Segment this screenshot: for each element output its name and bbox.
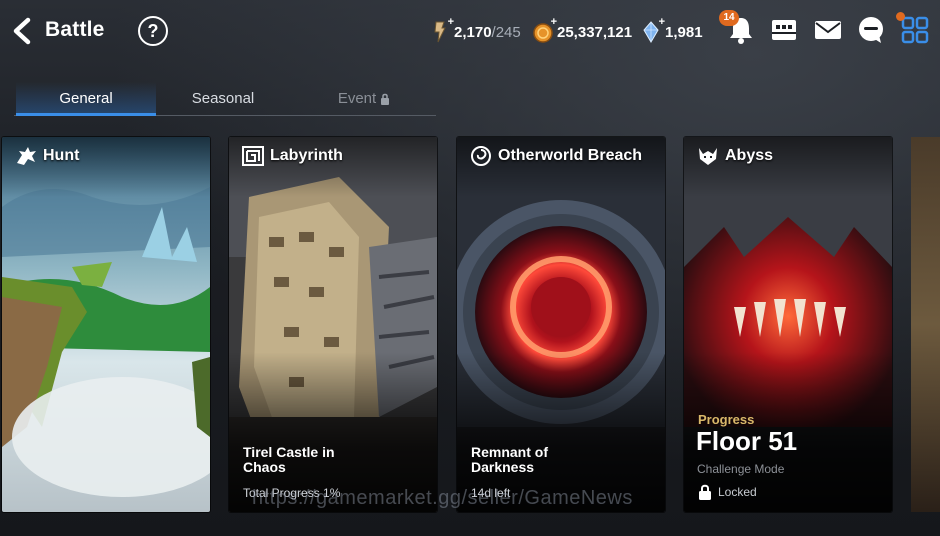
help-button[interactable]: ? [138, 16, 168, 46]
tab-general-label: General [59, 89, 113, 107]
dragon-icon [17, 147, 36, 165]
page-title: Battle [45, 18, 105, 41]
mode-card-abyss[interactable]: Abyss Progress Floor 51 Challenge Mode L… [684, 137, 892, 512]
top-bar: Battle ? + 2,170 /245 + 25,337,121 + 1,9… [0, 0, 940, 62]
mode-card-otherworld-breach[interactable]: Otherworld Breach Remnant of Darkness 14… [457, 137, 665, 512]
crystal-counter[interactable]: + 1,981 [641, 16, 703, 44]
chat-button[interactable] [855, 14, 887, 46]
maze-icon [242, 146, 264, 166]
stamina-max: /245 [491, 23, 521, 41]
crystal-icon: + [641, 16, 665, 44]
mail-icon [815, 21, 841, 39]
stamina-counter[interactable]: + 2,170 /245 [430, 16, 521, 44]
mode-card-next-partial[interactable] [911, 137, 940, 512]
lock-icon [381, 93, 390, 105]
stamina-key-icon: + [430, 16, 454, 44]
tab-event-label: Event [337, 89, 377, 107]
menu-alert-dot [896, 12, 905, 21]
tab-seasonal[interactable]: Seasonal [153, 82, 293, 114]
mode-card-labyrinth[interactable]: Labyrinth Tirel Castle in Chaos Total Pr… [229, 137, 437, 512]
card-subtitle: Remnant of Darkness [471, 444, 548, 475]
chat-icon [859, 17, 883, 43]
gold-value: 25,337,121 [557, 23, 633, 41]
card-title: Hunt [14, 145, 79, 167]
mail-button[interactable] [812, 14, 844, 46]
back-arrow-icon[interactable] [10, 16, 36, 46]
guild-icon [772, 20, 796, 40]
mode-tabs: General Seasonal Event [14, 82, 436, 116]
tab-event[interactable]: Event [294, 82, 434, 114]
menu-button[interactable] [896, 12, 931, 46]
stamina-current: 2,170 [454, 23, 492, 41]
notification-count-badge: 14 [719, 10, 739, 26]
challenge-mode-label: Challenge Mode [697, 462, 785, 476]
gold-coin-icon: + [533, 16, 557, 44]
tab-seasonal-label: Seasonal [191, 89, 255, 107]
card-subtitle: Tirel Castle in Chaos [243, 444, 335, 475]
watermark-text: https://gamemarket.gg/seller/GameNews [252, 487, 633, 509]
gold-counter[interactable]: + 25,337,121 [533, 16, 633, 44]
swirl-icon [471, 146, 491, 166]
lock-icon [699, 484, 711, 500]
card-title: Labyrinth [241, 145, 343, 167]
mode-card-hunt[interactable]: Hunt [2, 137, 210, 512]
notifications-button[interactable]: 14 [719, 10, 757, 46]
demon-icon [699, 148, 717, 165]
tab-general[interactable]: General [16, 82, 156, 116]
guild-button[interactable] [768, 14, 800, 46]
locked-status: Locked [698, 484, 757, 500]
card-title: Otherworld Breach [469, 145, 642, 167]
card-title: Abyss [696, 145, 773, 167]
crystal-value: 1,981 [665, 23, 703, 41]
floor-number: Floor 51 [696, 426, 798, 456]
progress-label: Progress [698, 412, 755, 427]
